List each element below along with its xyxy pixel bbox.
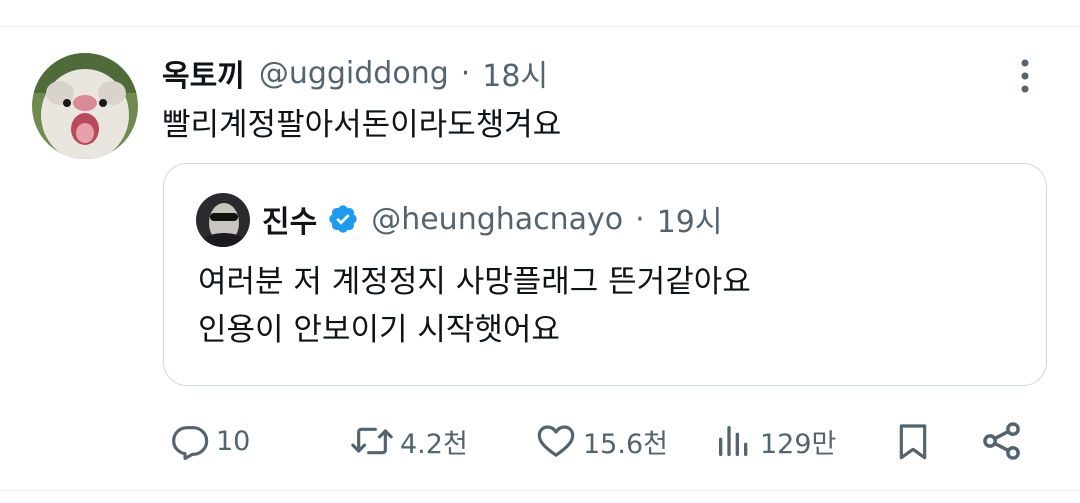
views-button[interactable]: 129만 — [714, 415, 836, 467]
retweet-icon — [351, 427, 393, 455]
retweet-button[interactable]: 4.2천 — [350, 415, 468, 467]
quote-author-name[interactable]: 진수 — [262, 197, 317, 241]
heart-icon — [537, 425, 575, 457]
views-icon — [719, 426, 748, 456]
tweet-header: 옥토끼 @uggiddong · 18시 — [162, 50, 548, 96]
quote-text-line: 인용이 안보이기 시작햇어요 — [198, 312, 560, 348]
bookmark-icon — [899, 424, 927, 460]
quote-time[interactable]: 19시 — [657, 197, 723, 241]
action-bar: 10 4.2천 15.6천 129만 — [0, 415, 1080, 467]
like-button[interactable]: 15.6천 — [535, 415, 668, 467]
like-count: 15.6천 — [583, 428, 668, 460]
view-count: 129만 — [760, 428, 837, 460]
quote-header: 진수 @heunghacnayo · 19시 — [262, 197, 722, 241]
share-icon — [983, 422, 1020, 460]
retweet-count: 4.2천 — [400, 428, 468, 460]
bottom-divider — [0, 490, 1080, 491]
verified-badge-icon — [329, 205, 357, 233]
quote-author-handle[interactable]: @heunghacnayo — [371, 202, 623, 237]
reply-icon — [172, 426, 209, 461]
author-handle[interactable]: @uggiddong — [259, 56, 449, 91]
bookmark-button[interactable] — [893, 415, 933, 467]
reply-count: 10 — [216, 425, 251, 457]
header-separator: · — [460, 55, 471, 91]
quote-header-separator: · — [635, 201, 645, 237]
quote-avatar-image — [196, 193, 250, 247]
tweet-text: 빨리계정팔아서돈이라도챙겨요 — [162, 107, 562, 143]
share-button[interactable] — [980, 415, 1024, 467]
more-vertical-icon[interactable] — [1010, 56, 1040, 96]
quote-author-avatar[interactable] — [196, 193, 250, 247]
reply-button[interactable]: 10 — [170, 415, 250, 467]
author-name[interactable]: 옥토끼 — [162, 51, 245, 95]
quote-tweet-card[interactable]: 진수 @heunghacnayo · 19시 여러분 저 계정정지 사망플래그 … — [163, 163, 1047, 386]
author-avatar-image — [32, 53, 138, 159]
tweet-time[interactable]: 18시 — [482, 51, 548, 95]
quote-text-line: 여러분 저 계정정지 사망플래그 뜬거같아요 — [198, 264, 751, 300]
author-avatar[interactable] — [32, 53, 138, 159]
quote-text: 여러분 저 계정정지 사망플래그 뜬거같아요 인용이 안보이기 시작햇어요 — [198, 258, 751, 354]
top-divider — [0, 26, 1080, 27]
